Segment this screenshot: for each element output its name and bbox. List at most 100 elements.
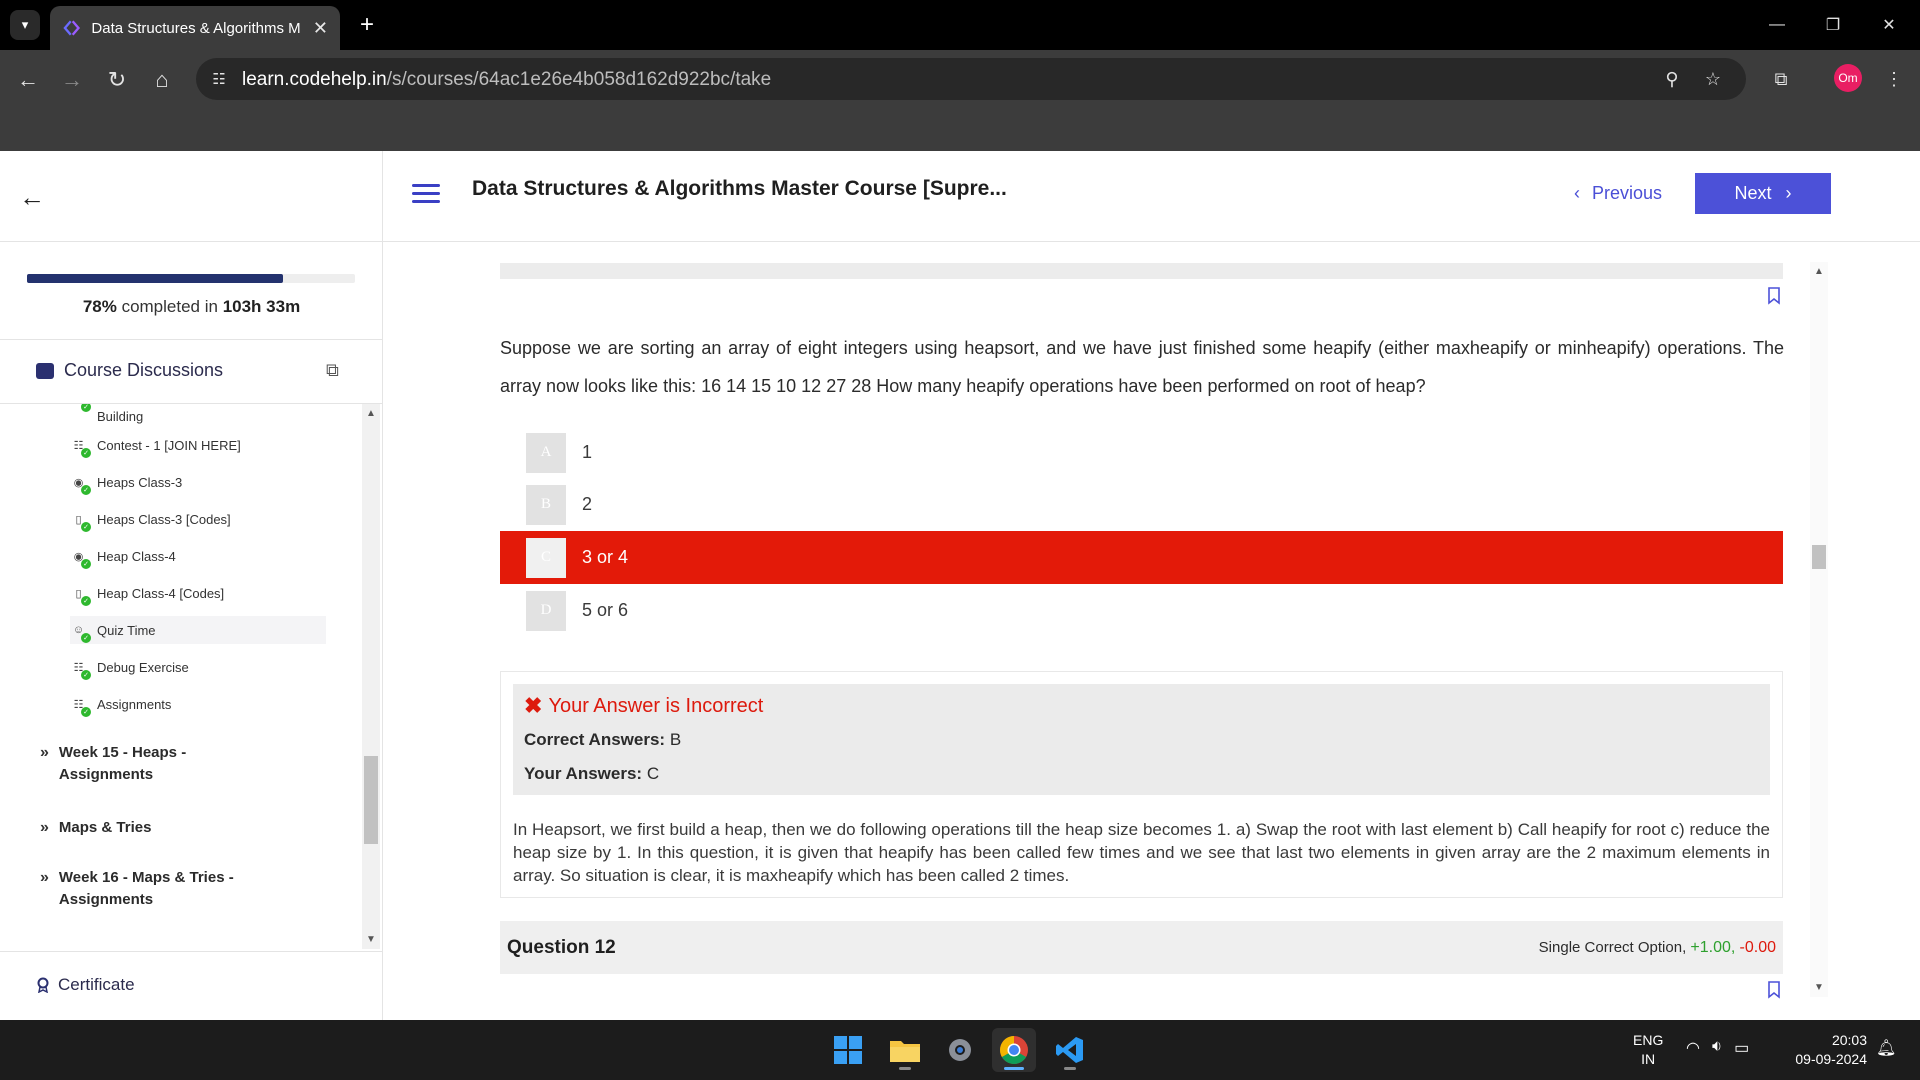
option-c-selected[interactable]: C 3 or 4 (500, 531, 1783, 584)
home-icon[interactable]: ⌂ (146, 64, 178, 96)
bookmark-icon[interactable] (1767, 981, 1781, 999)
forward-icon[interactable]: → (56, 64, 88, 96)
language-indicator[interactable]: ENG IN (1633, 1031, 1663, 1069)
lesson-label: Heaps Class-3 [Codes] (97, 511, 231, 527)
bookmark-star-icon[interactable]: ☆ (1701, 67, 1725, 91)
browser-menu-icon[interactable]: ⋮ (1878, 63, 1910, 95)
battery-icon[interactable]: ▭ (1734, 1038, 1749, 1058)
question-marks: Single Correct Option, +1.00, -0.00 (1538, 938, 1776, 956)
bookmark-icon[interactable] (1767, 287, 1781, 305)
start-icon[interactable] (826, 1028, 870, 1072)
volume-icon[interactable]: 🔉︎ (1712, 1038, 1722, 1058)
new-tab-icon[interactable]: + (352, 10, 382, 40)
windows-taskbar: ENG IN ◠ 🔉︎ ▭ 20:03 09-09-2024 🔔︎ (0, 1020, 1920, 1080)
option-letter: B (526, 484, 566, 525)
window-close-icon[interactable]: ✕ (1869, 10, 1909, 40)
list-icon: ☷ ✓ (70, 437, 91, 458)
progress-fill (27, 274, 283, 283)
week-title: Assignments (58, 766, 154, 783)
settings-gear-icon[interactable] (938, 1028, 982, 1072)
address-bar[interactable]: ☷ learn.codehelp.in/s/courses/64ac1e26e4… (196, 58, 1746, 100)
lesson-label: Building (97, 408, 144, 424)
back-to-course-icon[interactable]: ← (16, 181, 48, 213)
answer-result-panel: ✖ Your Answer is Incorrect Correct Answe… (500, 671, 1783, 898)
lesson-label: Heap Class-4 [Codes] (97, 585, 225, 601)
browser-toolbar: ← → ↻ ⌂ ☷ learn.codehelp.in/s/courses/64… (0, 50, 1920, 108)
lesson-label: Debug Exercise (97, 659, 189, 675)
result-summary: ✖ Your Answer is Incorrect Correct Answe… (513, 684, 1770, 795)
double-chevron-icon: » (40, 869, 49, 886)
option-b[interactable]: B 2 (500, 478, 1783, 531)
lesson-item[interactable]: ☷ ✓ Assignments (70, 690, 171, 718)
option-text: 5 or 6 (582, 600, 629, 620)
divider (382, 151, 383, 242)
lesson-item[interactable]: ✓ Building (70, 404, 143, 430)
back-icon[interactable]: ← (12, 64, 44, 96)
double-chevron-icon: » (40, 819, 49, 836)
extensions-icon[interactable]: ⧉ (1765, 63, 1797, 95)
system-tray[interactable]: ◠ 🔉︎ ▭ (1686, 1038, 1749, 1058)
tab-title: Data Structures & Algorithms M (91, 19, 301, 37)
lesson-list: ✓ Building ☷ ✓ Contest - 1 [JOIN HERE] ◉ ✓… (0, 404, 362, 940)
scroll-thumb[interactable] (364, 756, 378, 844)
profile-avatar[interactable]: Om (1834, 64, 1862, 92)
option-text: 2 (582, 494, 593, 514)
week-section[interactable]: » Maps & Tries (40, 817, 151, 839)
lesson-item[interactable]: ◉ ✓ Heaps Class-3 (70, 468, 182, 496)
vscode-icon[interactable] (1048, 1028, 1092, 1072)
option-text: 3 or 4 (582, 547, 629, 567)
next-button[interactable]: Next › (1695, 173, 1831, 214)
lesson-label: Quiz Time (97, 622, 156, 638)
file-explorer-icon[interactable] (883, 1028, 927, 1072)
lesson-item-active[interactable]: ☺ ✓ Quiz Time (70, 616, 326, 644)
scroll-down-icon[interactable]: ▼ (1814, 982, 1824, 993)
double-chevron-icon: » (40, 744, 49, 761)
browser-tab[interactable]: Data Structures & Algorithms M ✕ (50, 6, 340, 50)
course-title: Data Structures & Algorithms Master Cour… (472, 177, 1007, 200)
chrome-icon[interactable] (992, 1028, 1036, 1072)
url-text[interactable]: learn.codehelp.in/s/courses/64ac1e26e4b0… (242, 69, 771, 91)
minimize-icon[interactable]: — (1757, 10, 1797, 40)
cross-icon: ✖ (524, 693, 543, 718)
tab-search-icon[interactable]: ▾ (10, 10, 40, 40)
reload-icon[interactable]: ↻ (101, 64, 133, 96)
wifi-icon[interactable]: ◠ (1686, 1038, 1700, 1058)
clock[interactable]: 20:03 09-09-2024 (1783, 1031, 1867, 1069)
lesson-item[interactable]: ▯ ✓ Heaps Class-3 [Codes] (70, 505, 231, 533)
scroll-thumb[interactable] (1812, 545, 1826, 569)
sidebar-scrollbar[interactable]: ▲ ▼ (362, 404, 380, 949)
scroll-down-icon[interactable]: ▼ (366, 934, 376, 945)
zoom-icon[interactable]: ⚲ (1660, 67, 1684, 91)
lesson-item[interactable]: ▯ ✓ Heap Class-4 [Codes] (70, 579, 224, 607)
lesson-item[interactable]: ◉ ✓ Heap Class-4 (70, 542, 176, 570)
divider (0, 339, 383, 340)
correct-answers: Correct Answers: B (524, 730, 682, 749)
course-discussions-link[interactable]: Course Discussions (36, 360, 223, 381)
site-info-icon[interactable]: ☷ (208, 68, 230, 90)
course-sidebar: 78% completed in 103h 33m Course Discuss… (0, 242, 383, 1020)
discussions-label: Course Discussions (64, 360, 224, 380)
week-section[interactable]: » Week 15 - Heaps - Assignments (40, 742, 186, 786)
chat-icon (36, 362, 54, 379)
windows-logo-icon (834, 1036, 862, 1064)
course-header: ← Data Structures & Algorithms Master Co… (0, 151, 1920, 242)
tab-close-icon[interactable]: ✕ (313, 18, 328, 39)
notification-bell-icon[interactable]: 🔔︎ (1876, 1038, 1896, 1058)
file-icon: ▯ ✓ (70, 585, 91, 606)
previous-button[interactable]: ‹ Previous (1574, 173, 1662, 213)
option-d[interactable]: D 5 or 6 (500, 584, 1783, 637)
external-link-icon[interactable]: ⧉ (326, 360, 339, 381)
scroll-up-icon[interactable]: ▲ (366, 408, 376, 419)
doc-icon: ✓ (70, 404, 91, 425)
lesson-item[interactable]: ☷ ✓ Debug Exercise (70, 653, 189, 681)
certificate-link[interactable]: Certificate (36, 975, 135, 995)
scroll-up-icon[interactable]: ▲ (1814, 266, 1824, 277)
lesson-item[interactable]: ☷ ✓ Contest - 1 [JOIN HERE] (70, 431, 241, 459)
option-a[interactable]: A 1 (500, 426, 1783, 479)
menu-toggle-icon[interactable] (412, 179, 440, 207)
lesson-label: Heaps Class-3 (97, 474, 183, 490)
main-scrollbar[interactable]: ▲ ▼ (1810, 262, 1828, 997)
divider (0, 951, 383, 952)
week-section[interactable]: » Week 16 - Maps & Tries - Assignments (40, 867, 234, 911)
restore-icon[interactable]: ❐ (1813, 10, 1853, 40)
